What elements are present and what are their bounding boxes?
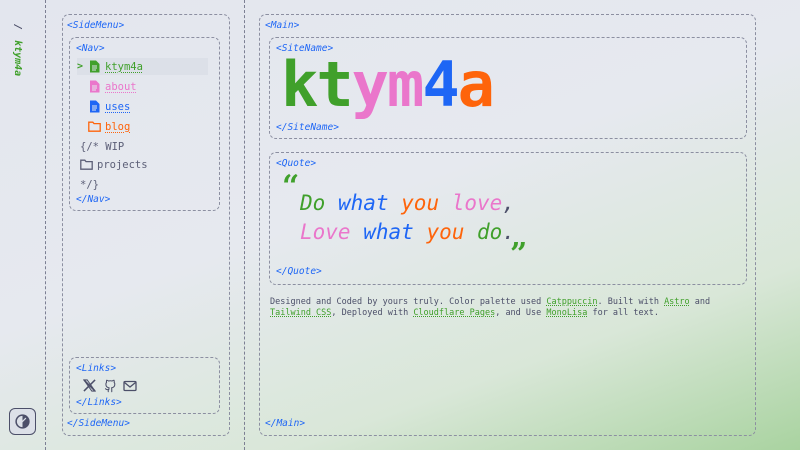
site-name-letter: m [386,48,424,121]
side-menu-close-tag: </SideMenu> [67,418,130,429]
file-icon [87,100,101,114]
nav-item-label: uses [105,100,131,113]
open-quote-mark: “ [282,169,300,204]
quote-box: <Quote> “ Do what you love, Love what yo… [269,152,747,285]
nav-item-ktym4a[interactable]: > ktym4a [77,58,208,75]
nav-item-label: ktym4a [105,60,143,73]
side-menu: <SideMenu> </SideMenu> <Nav> > ktym4a ab… [62,14,230,436]
mail-icon[interactable] [122,378,137,393]
cloudflare-pages-link[interactable]: Cloudflare Pages [413,308,495,318]
divider [244,0,245,450]
site-name-letter: 4 [422,48,459,121]
folder-icon [79,158,93,172]
nav-close-tag: </Nav> [76,194,111,205]
site-name-letter: y [351,48,389,121]
breadcrumb-site[interactable]: ktym4a [12,40,23,76]
github-icon[interactable] [102,378,117,393]
quote-close-tag: </Quote> [276,266,322,277]
site-name-close-tag: </SiteName> [276,122,339,133]
file-icon [87,80,101,94]
x-icon[interactable] [82,378,97,393]
site-name-box: <SiteName> ktym4a </SiteName> [269,37,747,139]
nav-item-blog[interactable]: blog [77,118,208,135]
quote-word: you [413,220,465,244]
nav-item-projects[interactable]: projects [79,156,210,173]
main-open-tag: <Main> [265,20,300,31]
nav-item-label: about [105,80,137,93]
quote-open-tag: <Quote> [276,158,317,169]
nav-open-tag: <Nav> [76,43,105,54]
quote-word: what [325,191,389,215]
nav: <Nav> > ktym4a about uses blog {/* WIP p… [69,37,220,211]
tailwind-link[interactable]: Tailwind CSS [270,308,331,318]
breadcrumb: / ktym4a [12,24,23,76]
main-close-tag: </Main> [265,418,306,429]
quote-word: love [439,191,503,215]
links-close-tag: </Links> [76,397,122,408]
credits-text: Designed and Coded by yours truly. Color… [270,297,711,318]
astro-link[interactable]: Astro [664,297,690,307]
catppuccin-link[interactable]: Catppuccin [546,297,597,307]
main: <Main> </Main> <SiteName> ktym4a </SiteN… [259,14,756,436]
site-name: ktym4a [281,54,495,116]
nav-item-uses[interactable]: uses [77,98,208,115]
nav-item-label: projects [97,158,148,171]
breadcrumb-separator: / [12,24,23,31]
contrast-icon [15,414,30,429]
quote-word: Do [300,191,326,215]
links: <Links> </Links> [69,357,220,414]
active-caret: > [77,61,84,72]
quote-word: what [350,220,414,244]
file-icon [87,60,101,74]
nav-item-about[interactable]: about [77,78,208,95]
site-name-letter: t [316,48,353,121]
side-menu-open-tag: <SideMenu> [67,20,125,31]
quote-line-2: Love what you do. [300,220,515,244]
quote-line-1: Do what you love, [300,191,515,215]
quote-word: , [502,191,515,215]
monolisa-link[interactable]: MonoLisa [546,308,587,318]
nav-item-label: blog [105,120,131,133]
site-name-letter: k [281,48,318,121]
quote-word: do [464,220,503,244]
close-quote-mark: ” [510,237,528,272]
quote-word: Love [300,220,351,244]
site-name-letter: a [457,48,495,121]
quote-word: you [388,191,440,215]
wip-comment-close: */} [80,179,99,191]
theme-toggle-button[interactable] [9,408,36,435]
folder-icon [87,120,101,134]
links-open-tag: <Links> [76,363,117,374]
wip-comment-open: {/* WIP [80,141,125,153]
divider [45,0,46,450]
